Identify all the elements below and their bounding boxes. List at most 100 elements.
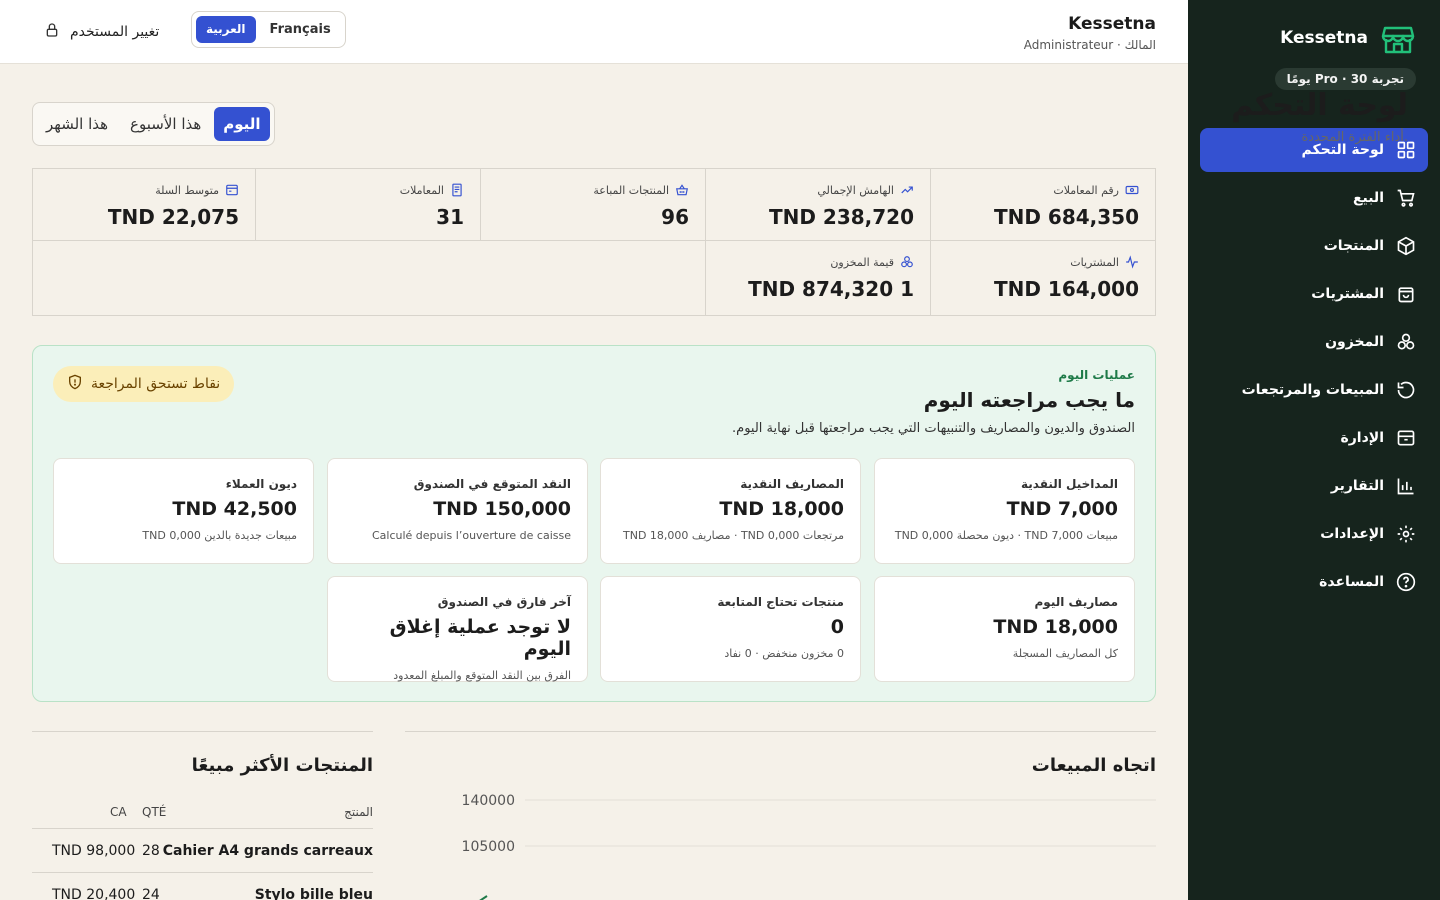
sidebar-item-label: المشتريات bbox=[1311, 286, 1384, 302]
kpi-label: المشتريات bbox=[1070, 255, 1119, 269]
sidebar-item-label: المنتجات bbox=[1323, 238, 1384, 254]
card-label: منتجات تحتاج المتابعة bbox=[717, 595, 844, 609]
kpi-turnover: رقم المعاملات TND 684,350 bbox=[930, 168, 1156, 241]
lang-french-button[interactable]: Français bbox=[260, 16, 341, 43]
trial-badge: تجربة 30 · Pro يومًا bbox=[1274, 68, 1416, 90]
store-icon bbox=[1380, 20, 1416, 56]
table-row[interactable]: Cahier A4 grands carreaux 28 TND 98,000 bbox=[32, 828, 373, 872]
sidebar-item-label: المساعدة bbox=[1319, 574, 1384, 590]
column-header-qty: QTÉ bbox=[142, 805, 167, 819]
sidebar-item-label: الإدارة bbox=[1340, 430, 1384, 446]
card-value: TND 150,000 bbox=[433, 498, 571, 520]
sidebar-item-sales-returns[interactable]: المبيعات والمرتجعات bbox=[1200, 368, 1428, 412]
help-icon bbox=[1396, 572, 1416, 592]
product-ca: TND 98,000 bbox=[52, 843, 136, 859]
kpi-gross-margin: الهامش الإجمالي TND 238,720 bbox=[705, 168, 931, 241]
lang-arabic-button[interactable]: العربية bbox=[196, 16, 256, 43]
sidebar-item-products[interactable]: المنتجات bbox=[1200, 224, 1428, 268]
top-bar: Kessetna المالك · Administrateur العربية… bbox=[0, 0, 1188, 64]
change-user-label: تغيير المستخدم bbox=[70, 24, 160, 40]
kpi-label: المعاملات bbox=[399, 183, 444, 197]
brand: Kessetna bbox=[1280, 20, 1416, 56]
review-eyebrow: عمليات اليوم bbox=[1058, 368, 1135, 382]
sales-trend-title: اتجاه المبيعات bbox=[1031, 755, 1156, 776]
kpi-purchases: المشتريات TND 164,000 bbox=[930, 240, 1156, 316]
box-icon bbox=[1396, 236, 1416, 256]
alert-icon bbox=[67, 374, 83, 394]
page-title: لوحة التحكم bbox=[1231, 88, 1408, 123]
archive-icon bbox=[1396, 428, 1416, 448]
product-name: Stylo bille bleu bbox=[254, 887, 373, 900]
sidebar-item-purchases[interactable]: المشتريات bbox=[1200, 272, 1428, 316]
card-label: مصاريف اليوم bbox=[1034, 595, 1118, 609]
card-note: مبيعات TND 7,000 · ديون محصلة TND 0,000 bbox=[894, 529, 1118, 542]
sidebar-item-settings[interactable]: الإعدادات bbox=[1200, 512, 1428, 556]
review-description: الصندوق والديون والمصاريف والتنبيهات الت… bbox=[732, 421, 1135, 436]
user-role: المالك · Administrateur bbox=[1023, 38, 1156, 52]
card-label: النقد المتوقع في الصندوق bbox=[413, 477, 571, 491]
review-title: ما يجب مراجعته اليوم bbox=[923, 388, 1135, 412]
table-row[interactable]: Stylo bille bleu 24 TND 20,400 bbox=[32, 872, 373, 900]
card-label: المصاريف النقدية bbox=[740, 477, 844, 491]
card-note: Calculé depuis l’ouverture de caisse bbox=[371, 529, 571, 542]
sidebar-item-stock[interactable]: المخزون bbox=[1200, 320, 1428, 364]
review-badge-label: نقاط تستحق المراجعة bbox=[91, 376, 221, 392]
card-cash-out: المصاريف النقدية TND 18,000 مرتجعات TND … bbox=[600, 458, 861, 564]
receipt-icon bbox=[450, 183, 464, 197]
boxes-icon bbox=[900, 255, 914, 269]
period-selector: اليوم هذا الأسبوع هذا الشهر bbox=[32, 102, 275, 146]
sidebar-item-label: الإعدادات bbox=[1320, 526, 1384, 542]
kpi-stock-value: قيمة المخزون TND 874,320 1 bbox=[705, 240, 931, 316]
brand-name: Kessetna bbox=[1280, 28, 1368, 48]
sales-line bbox=[479, 895, 488, 900]
daily-review-panel: عمليات اليوم ما يجب مراجعته اليوم الصندو… bbox=[32, 345, 1156, 702]
divider bbox=[405, 731, 1156, 732]
period-today-button[interactable]: اليوم bbox=[214, 107, 270, 141]
top-products-title: المنتجات الأكثر مبيعًا bbox=[191, 755, 373, 776]
bag-icon bbox=[1396, 284, 1416, 304]
pulse-icon bbox=[1125, 255, 1139, 269]
kpi-label: رقم المعاملات bbox=[1053, 183, 1119, 197]
card-products-follow-up: منتجات تحتاج المتابعة 0 0 مخزون منخفض · … bbox=[600, 576, 861, 682]
kpi-value: TND 238,720 bbox=[768, 205, 914, 229]
wallet-icon bbox=[225, 183, 239, 197]
lock-icon bbox=[44, 22, 60, 42]
kpi-avg-basket: متوسط السلة TND 22,075 bbox=[32, 168, 256, 241]
kpi-label: متوسط السلة bbox=[155, 183, 219, 197]
kpi-value: TND 164,000 bbox=[993, 277, 1139, 301]
card-label: آخر فارق في الصندوق bbox=[437, 595, 571, 609]
sidebar-item-sale[interactable]: البيع bbox=[1200, 176, 1428, 220]
card-note: الفرق بين النقد المتوقع والمبلغ المعدود bbox=[393, 669, 571, 682]
trend-up-icon bbox=[900, 183, 914, 197]
kpi-value: 96 bbox=[661, 205, 689, 229]
product-qty: 28 bbox=[142, 843, 160, 859]
card-label: المداخيل النقدية bbox=[1020, 477, 1118, 491]
sidebar-item-help[interactable]: المساعدة bbox=[1200, 560, 1428, 604]
kpi-label: الهامش الإجمالي bbox=[817, 183, 894, 197]
divider bbox=[32, 731, 373, 732]
sidebar-item-admin[interactable]: الإدارة bbox=[1200, 416, 1428, 460]
page-subtitle: أداء الفترة المحددة. bbox=[1301, 130, 1409, 145]
column-header-ca: CA bbox=[110, 805, 127, 819]
sidebar-item-label: المبيعات والمرتجعات bbox=[1241, 382, 1384, 398]
period-month-button[interactable]: هذا الشهر bbox=[37, 107, 117, 141]
change-user-button[interactable]: تغيير المستخدم bbox=[44, 22, 159, 42]
y-tick-label: 140000 bbox=[462, 793, 515, 809]
sidebar-item-label: التقارير bbox=[1330, 478, 1384, 494]
period-week-button[interactable]: هذا الأسبوع bbox=[121, 107, 210, 141]
user-block: Kessetna المالك · Administrateur bbox=[1024, 14, 1156, 52]
card-note: مرتجعات TND 0,000 · مصاريف TND 18,000 bbox=[623, 529, 844, 542]
language-switch: العربية Français bbox=[191, 11, 346, 48]
kpi-empty-cell bbox=[32, 240, 706, 316]
kpi-transactions: المعاملات 31 bbox=[255, 168, 481, 241]
card-label: ديون العملاء bbox=[225, 477, 297, 491]
kpi-value: TND 684,350 bbox=[993, 205, 1139, 229]
sidebar-item-reports[interactable]: التقارير bbox=[1200, 464, 1428, 508]
kpi-products-sold: المنتجات المباعة 96 bbox=[480, 168, 706, 241]
column-header-product: المنتج bbox=[344, 805, 373, 819]
sidebar-item-label: المخزون bbox=[1325, 334, 1384, 350]
basket-icon bbox=[675, 183, 689, 197]
review-alert-badge[interactable]: نقاط تستحق المراجعة bbox=[53, 366, 235, 402]
product-qty: 24 bbox=[142, 887, 160, 900]
kpi-label: المنتجات المباعة bbox=[593, 183, 669, 197]
